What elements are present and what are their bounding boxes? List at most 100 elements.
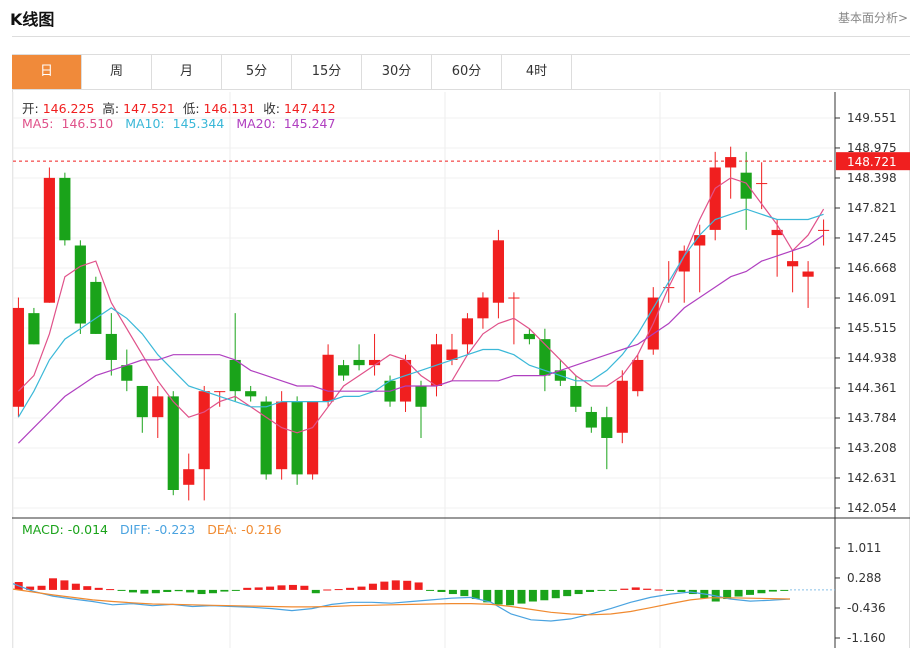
y-tick-label: 148.398	[847, 171, 897, 185]
candle-body	[725, 157, 737, 168]
macd-legend: MACD: -0.014 DIFF: -0.223 DEA: -0.216	[22, 522, 290, 537]
y-tick-label: 146.091	[847, 291, 897, 305]
macd-bar	[163, 589, 172, 592]
candle-body	[632, 359, 644, 392]
candle-body	[121, 365, 133, 381]
candle-body	[74, 245, 86, 324]
y-tick-label: 149.551	[847, 111, 897, 125]
open-label: 开:	[22, 101, 39, 116]
ma5-value: 146.510	[61, 116, 114, 131]
macd-bar	[231, 589, 240, 591]
macd-bar	[197, 589, 206, 595]
candle-body	[818, 229, 830, 231]
macd-label: MACD:	[22, 522, 64, 537]
candle-body	[307, 401, 319, 475]
candle-body	[322, 354, 334, 402]
candle-body	[105, 333, 117, 360]
macd-bar	[517, 589, 526, 604]
current-price-label: 148.721	[847, 155, 897, 169]
macd-bar	[574, 589, 583, 595]
macd-bar	[334, 589, 343, 591]
macd-bar	[780, 589, 789, 591]
macd-bar	[460, 589, 469, 597]
diff-label: DIFF:	[119, 522, 151, 537]
macd-bar	[757, 589, 766, 594]
candle-body	[229, 359, 241, 392]
macd-bar	[506, 589, 515, 606]
candle-body	[43, 177, 55, 303]
candle-body	[616, 380, 628, 433]
candle-body	[508, 297, 520, 299]
macd-bar	[414, 582, 423, 590]
macd-bar	[71, 583, 80, 590]
macd-bar	[323, 589, 332, 591]
macd-bar	[106, 589, 115, 591]
macd-bar	[346, 587, 355, 590]
candle-body	[28, 313, 40, 345]
macd-bar	[437, 589, 446, 592]
candle-body	[523, 333, 535, 340]
macd-bar	[254, 587, 263, 590]
macd-bar	[208, 589, 217, 594]
candle-body	[399, 359, 412, 402]
macd-bar	[117, 589, 126, 591]
macd-bar	[357, 586, 366, 590]
macd-bar	[368, 583, 377, 590]
macd-bar	[746, 589, 755, 595]
macd-bar	[83, 586, 92, 590]
macd-bar	[677, 589, 686, 592]
candle-body	[601, 417, 613, 438]
ohlc-legend: 开: 146.225 高: 147.521 低: 146.131 收: 147.412	[22, 98, 340, 117]
ma-legend: MA5: 146.510 MA10: 145.344 MA20: 145.247	[22, 116, 343, 131]
y-tick-label: 143.208	[847, 441, 897, 455]
low-value: 146.131	[203, 101, 256, 116]
macd-bar	[380, 581, 389, 590]
candle-body	[570, 385, 582, 407]
macd-bar	[220, 589, 229, 592]
macd-bar	[243, 587, 252, 590]
ma5-label: MA5:	[22, 116, 54, 131]
candle-body	[198, 391, 210, 470]
dea-label: DEA:	[207, 522, 238, 537]
macd-bar	[768, 589, 777, 592]
macd-tick-label: 1.011	[847, 541, 881, 555]
y-tick-label: 144.361	[847, 381, 897, 395]
macd-bar	[266, 586, 275, 590]
candle-body	[740, 172, 752, 199]
candle-body	[152, 396, 164, 418]
macd-bar	[448, 589, 457, 595]
y-tick-label: 143.784	[847, 411, 897, 425]
candle-body	[338, 365, 350, 376]
ma20-label: MA20:	[236, 116, 276, 131]
candle-body	[291, 401, 303, 475]
macd-bar	[494, 589, 503, 605]
macd-bar	[300, 585, 309, 590]
macd-bar	[140, 589, 149, 594]
candle-body	[260, 401, 272, 475]
macd-bar	[48, 578, 57, 590]
macd-bar	[151, 589, 160, 594]
candle-body	[12, 307, 24, 407]
low-label: 低:	[182, 101, 200, 116]
macd-bar	[734, 589, 743, 597]
macd-bar	[540, 589, 549, 601]
macd-bar	[563, 589, 572, 597]
macd-bar	[128, 589, 137, 593]
candle-body	[415, 385, 427, 407]
macd-bar	[403, 580, 412, 590]
macd-bar	[597, 589, 606, 591]
ma10-label: MA10:	[125, 116, 165, 131]
candle-body	[678, 250, 690, 272]
candle-body	[585, 411, 597, 428]
candle-body	[802, 271, 814, 277]
candle-body	[756, 183, 768, 185]
high-label: 高:	[102, 101, 120, 116]
macd-bar	[666, 589, 675, 591]
macd-bar	[94, 587, 103, 590]
y-tick-label: 146.668	[847, 261, 897, 275]
candle-body	[709, 167, 721, 230]
candle-body	[167, 396, 179, 491]
candle-body	[59, 177, 71, 241]
y-tick-label: 142.631	[847, 471, 897, 485]
macd-bar	[631, 587, 640, 590]
